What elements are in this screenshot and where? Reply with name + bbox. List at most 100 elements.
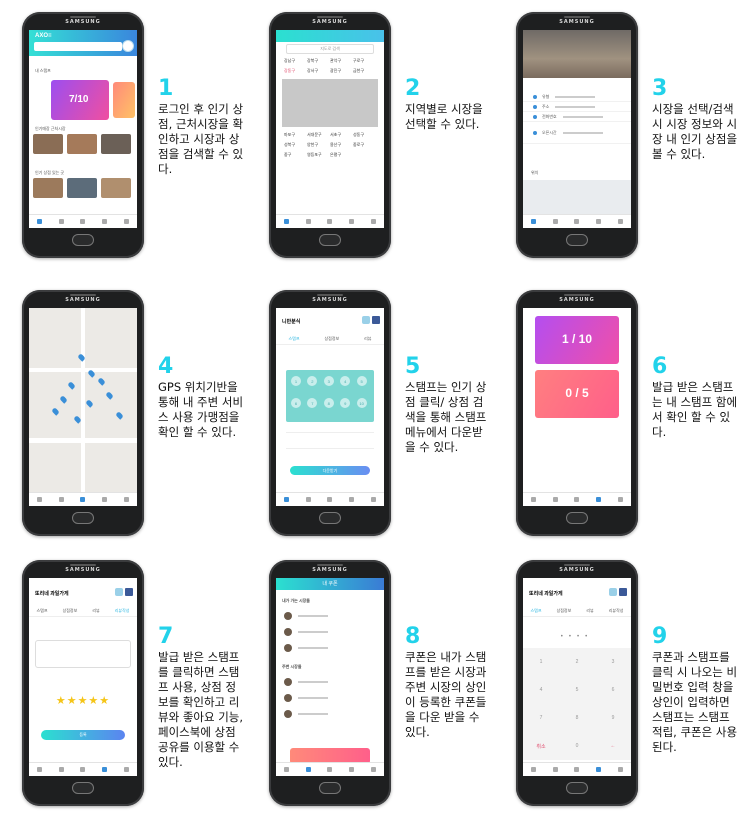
map-pin-icon[interactable] [85, 399, 94, 408]
like-icon[interactable] [115, 588, 123, 596]
download-button[interactable]: 다운받기 [290, 466, 370, 475]
shop-thumb[interactable] [67, 178, 97, 198]
user-icon[interactable] [596, 767, 602, 772]
keypad-key[interactable]: 4 [523, 676, 559, 704]
user-icon[interactable] [596, 219, 602, 224]
tab-review[interactable]: 리뷰 [586, 608, 593, 613]
home-icon[interactable] [284, 767, 290, 772]
gear-icon[interactable] [123, 219, 129, 224]
gear-icon[interactable] [370, 497, 376, 502]
gear-icon[interactable] [123, 497, 129, 502]
stamp-card[interactable]: 0 / 5 [535, 370, 619, 418]
home-icon[interactable] [37, 767, 43, 772]
user-icon[interactable] [596, 497, 602, 502]
map-pin-icon[interactable] [80, 497, 86, 502]
user-icon[interactable] [102, 219, 108, 224]
district-item[interactable]: 성북구 [284, 142, 307, 148]
map-pin-icon[interactable] [327, 497, 333, 502]
tab-review[interactable]: 리뷰 [92, 608, 99, 613]
submit-button[interactable]: 등록 [41, 730, 125, 740]
keypad-key[interactable]: 8 [559, 704, 595, 732]
tab-shop-info[interactable]: 상점정보 [324, 336, 339, 341]
home-icon[interactable] [531, 497, 537, 502]
coupon-item[interactable] [284, 694, 328, 702]
keypad-key[interactable]: 1 [523, 648, 559, 676]
backspace-icon[interactable]: ← [595, 732, 631, 760]
stamp-icon[interactable] [552, 219, 558, 224]
like-icon[interactable] [609, 588, 617, 596]
district-item[interactable]: 중구 [284, 152, 307, 158]
district-item[interactable]: 은평구 [330, 152, 353, 158]
district-item[interactable]: 광진구 [330, 68, 353, 74]
district-item[interactable]: 양천구 [307, 142, 330, 148]
stamp-card[interactable]: 7/10 [51, 80, 109, 120]
gear-icon[interactable] [123, 767, 129, 772]
keypad-key[interactable]: 6 [595, 676, 631, 704]
keypad-key[interactable]: 7 [523, 704, 559, 732]
keypad-key[interactable]: 2 [559, 648, 595, 676]
search-icon[interactable] [122, 40, 134, 52]
district-item[interactable]: 마포구 [284, 132, 307, 138]
cancel-key[interactable]: 취소 [523, 732, 559, 760]
market-thumb[interactable] [67, 134, 97, 154]
district-item[interactable]: 관악구 [330, 58, 353, 64]
gear-icon[interactable] [617, 767, 623, 772]
district-item[interactable]: 금천구 [353, 68, 376, 74]
district-item[interactable]: 강북구 [307, 58, 330, 64]
keypad-key[interactable]: 0 [559, 732, 595, 760]
map-pin-icon[interactable] [59, 395, 68, 404]
home-icon[interactable] [37, 219, 43, 224]
map-pin-icon[interactable] [327, 219, 333, 224]
district-item[interactable]: 중로구 [353, 142, 376, 148]
tab-review[interactable]: 리뷰 [364, 336, 371, 341]
coupon-item[interactable] [284, 612, 328, 620]
map-pin-icon[interactable] [574, 767, 580, 772]
tab-write-review[interactable]: 리뷰작성 [609, 608, 624, 613]
facebook-icon[interactable] [125, 588, 133, 596]
district-item[interactable]: 성동구 [353, 132, 376, 138]
facebook-icon[interactable] [619, 588, 627, 596]
nearby-map[interactable] [29, 308, 137, 492]
review-textarea[interactable] [35, 640, 131, 668]
gear-icon[interactable] [370, 767, 376, 772]
location-map[interactable] [523, 180, 631, 214]
stamp-icon[interactable] [305, 219, 311, 224]
district-item[interactable]: 용산구 [330, 142, 353, 148]
user-icon[interactable] [349, 219, 355, 224]
tab-stamp[interactable]: 스탬프 [288, 336, 299, 341]
map-pin-icon[interactable] [105, 391, 114, 400]
district-item[interactable]: 서초구 [330, 132, 353, 138]
stamp-icon[interactable] [58, 219, 64, 224]
gear-icon[interactable] [617, 219, 623, 224]
market-thumb[interactable] [101, 134, 131, 154]
tab-write-review[interactable]: 리뷰작성 [115, 608, 130, 613]
shop-thumb[interactable] [101, 178, 131, 198]
market-dropdown[interactable] [282, 79, 378, 127]
stamp-icon[interactable] [58, 497, 64, 502]
map-pin-icon[interactable] [97, 377, 106, 386]
map-pin-icon[interactable] [327, 767, 333, 772]
map-pin-icon[interactable] [67, 381, 76, 390]
user-icon[interactable] [102, 497, 108, 502]
district-item[interactable]: 강남구 [284, 58, 307, 64]
map-pin-icon[interactable] [80, 767, 86, 772]
tab-shop-info[interactable]: 상점정보 [557, 608, 572, 613]
keypad-key[interactable]: 5 [559, 676, 595, 704]
home-icon[interactable] [531, 219, 537, 224]
home-icon[interactable] [531, 767, 537, 772]
region-search-input[interactable]: 지도로 검색 [286, 44, 374, 54]
home-icon[interactable] [37, 497, 43, 502]
district-item[interactable]: 강서구 [307, 68, 330, 74]
coupon-item[interactable] [284, 678, 328, 686]
tab-stamp[interactable]: 스탬프 [531, 608, 542, 613]
tab-stamp[interactable]: 스탬프 [37, 608, 48, 613]
stamp-icon[interactable] [552, 767, 558, 772]
map-pin-icon[interactable] [115, 411, 124, 420]
keypad-key[interactable]: 3 [595, 648, 631, 676]
coupon-item[interactable] [284, 628, 328, 636]
district-item[interactable]: 강동구 [284, 68, 307, 74]
map-pin-icon[interactable] [51, 407, 60, 416]
market-thumb[interactable] [33, 134, 63, 154]
search-input[interactable] [34, 42, 122, 51]
stamp-icon[interactable] [58, 767, 64, 772]
